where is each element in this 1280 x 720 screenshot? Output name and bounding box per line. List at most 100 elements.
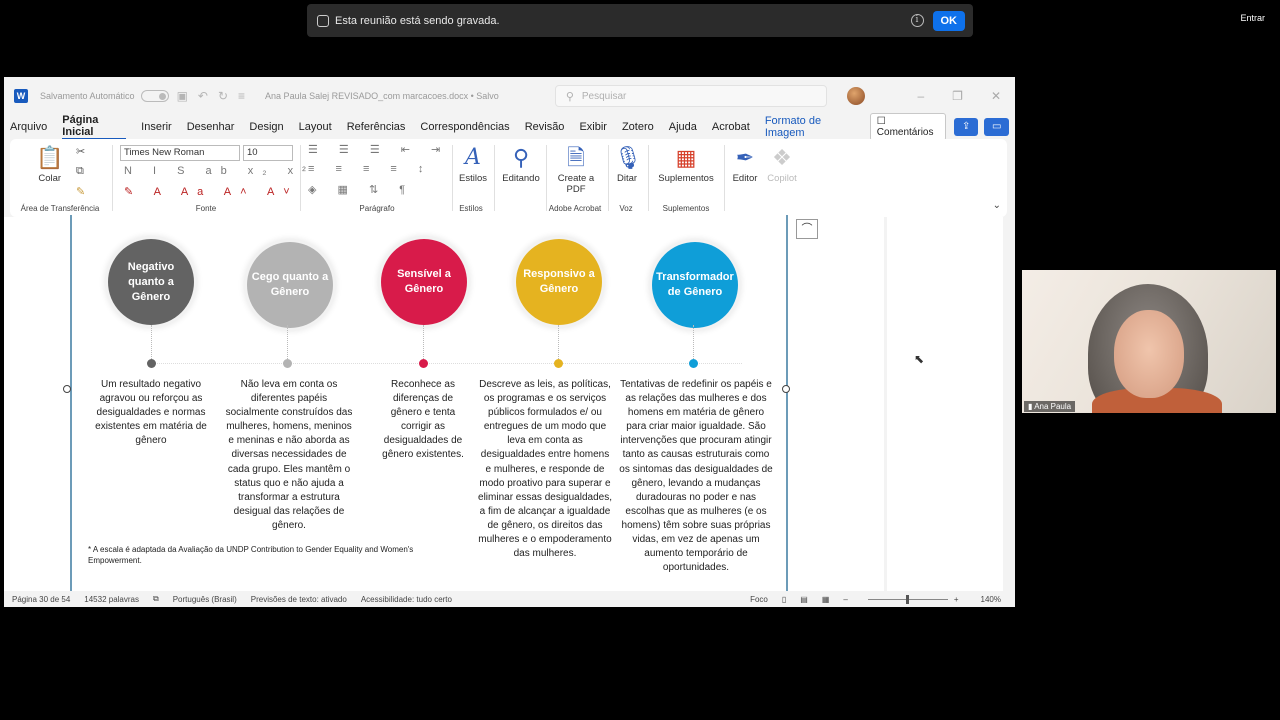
present-button[interactable]: ▭ <box>984 118 1010 136</box>
tab-arquivo[interactable]: Arquivo <box>10 121 47 133</box>
copy-icon[interactable]: ⧉ <box>76 165 84 178</box>
circle-cego-label: Cego quanto a Gênero <box>251 271 329 298</box>
editando-button[interactable]: ⚲ Editando <box>502 145 540 184</box>
participant-name-tag: ▮ Ana Paula <box>1024 401 1076 412</box>
search-icon: ⚲ <box>565 90 574 103</box>
menu-bar: Arquivo Página Inicial Inserir Desenhar … <box>4 113 1015 141</box>
tab-desenhar[interactable]: Desenhar <box>187 121 235 133</box>
info-icon[interactable]: i <box>910 14 924 27</box>
document-name[interactable]: Ana Paula Salej REVISADO_com marcacoes.d… <box>265 91 499 101</box>
participant-face <box>1114 310 1184 398</box>
paste-button[interactable]: 📋 Colar <box>36 145 63 184</box>
ribbon: 📋 Colar ✂ ⧉ ✎ Área de Transferência Font… <box>10 139 1007 217</box>
text-predictions[interactable]: Previsões de texto: ativado <box>251 595 347 604</box>
search-box[interactable]: ⚲ Pesquisar <box>554 85 827 107</box>
participant-video[interactable]: ▮ Ana Paula <box>1022 270 1276 413</box>
editor-label: Editor <box>732 173 758 184</box>
save-icon[interactable]: ▣ <box>177 89 188 103</box>
font-group-label: Fonte <box>195 204 217 213</box>
tab-exibir[interactable]: Exibir <box>579 121 607 133</box>
find-icon: ⚲ <box>512 145 530 170</box>
tab-formato-de-imagem[interactable]: Formato de Imagem <box>765 115 855 139</box>
status-bar: Página 30 de 54 14532 palavras ⧉ Portugu… <box>4 591 1015 607</box>
search-placeholder: Pesquisar <box>581 90 627 102</box>
read-mode-icon[interactable]: ▯ <box>782 595 786 604</box>
adobe-group: Adobe Acrobat <box>546 139 604 217</box>
list-buttons-row[interactable]: ☰ ☰ ☰ ⇤ ⇥ <box>308 143 449 156</box>
tab-design[interactable]: Design <box>249 121 283 133</box>
font-name-select[interactable]: Times New Roman <box>120 145 240 161</box>
circle-cego: Cego quanto a Gênero <box>247 242 333 328</box>
autosave-label: Salvamento Automático <box>40 91 135 101</box>
accessibility-status[interactable]: Acessibilidade: tudo certo <box>361 595 452 604</box>
shading-buttons-row[interactable]: ◈ ▦ ⇅ ¶ <box>308 183 414 196</box>
autosave-toggle[interactable] <box>140 90 169 102</box>
page-count[interactable]: Página 30 de 54 <box>12 595 70 604</box>
dot-responsivo <box>554 359 563 368</box>
redo-icon[interactable]: ↻ <box>218 89 228 103</box>
recording-notice-text: Esta reunião está sendo gravada. <box>335 14 500 27</box>
resize-handle-left[interactable] <box>63 385 71 393</box>
tab-revisao[interactable]: Revisão <box>525 121 565 133</box>
format-painter-icon[interactable]: ✎ <box>76 185 85 198</box>
share-button[interactable]: ⇪ <box>953 118 979 136</box>
title-bar: W Salvamento Automático ▣ ↶ ↻ ≡ Ana Paul… <box>4 77 1015 115</box>
ok-button[interactable]: OK <box>932 10 965 31</box>
print-layout-icon[interactable]: ▤ <box>800 595 808 604</box>
web-layout-icon[interactable]: ▦ <box>822 595 830 604</box>
avatar[interactable] <box>846 87 865 105</box>
connector-2 <box>287 325 288 361</box>
restore-icon[interactable]: ❐ <box>952 89 963 103</box>
entrar-button[interactable]: Entrar <box>1240 13 1265 23</box>
circle-responsivo: Responsivo a Gênero <box>516 239 602 325</box>
voice-group: Voz <box>608 139 644 217</box>
tab-referencias[interactable]: Referências <box>347 121 406 133</box>
word-logo-icon: W <box>14 89 28 103</box>
layout-options-icon[interactable]: ⌒ <box>796 219 818 239</box>
zoom-slider[interactable] <box>867 594 948 604</box>
focus-button[interactable]: Foco <box>750 595 768 604</box>
copilot-button[interactable]: ❖ Copilot <box>766 145 798 184</box>
connector-1 <box>151 325 152 361</box>
adobe-group-label: Adobe Acrobat <box>548 204 602 213</box>
customize-icon[interactable]: ≡ <box>238 89 245 103</box>
tab-pagina-inicial[interactable]: Página Inicial <box>62 114 127 140</box>
dot-negativo <box>147 359 156 368</box>
circle-negativo-label: Negativo quanto a Gênero <box>127 260 175 303</box>
tab-inserir[interactable]: Inserir <box>141 121 172 133</box>
editor-button[interactable]: ✒ Editor <box>730 145 760 184</box>
resize-handle-right[interactable] <box>782 385 790 393</box>
connector-5 <box>693 325 694 361</box>
font-format-row[interactable]: N I S ab x₂ x² <box>124 165 315 177</box>
recording-notice: Esta reunião está sendo gravada. i OK <box>307 4 973 37</box>
alignment-buttons-row[interactable]: ≡ ≡ ≡ ≡ ↕ <box>308 163 432 175</box>
font-color-row[interactable]: ✎ A Aa A˄ A˅ <box>124 185 299 198</box>
language[interactable]: Português (Brasil) <box>173 595 237 604</box>
dot-sensivel <box>419 359 428 368</box>
addins-group-label: Suplementos <box>662 204 710 213</box>
ribbon-collapse-icon[interactable]: ⌄ <box>993 200 1001 211</box>
undo-icon[interactable]: ↶ <box>198 89 208 103</box>
tab-zotero[interactable]: Zotero <box>622 121 654 133</box>
minimize-icon[interactable]: – <box>917 89 924 103</box>
selected-image[interactable]: Negativo quanto a Gênero Cego quanto a G… <box>70 215 788 593</box>
zoom-in-icon[interactable]: + <box>954 595 959 604</box>
description-responsivo: Descreve as leis, as políticas, os progr… <box>478 379 612 560</box>
zoom-level[interactable]: 140% <box>981 595 1001 604</box>
tab-acrobat[interactable]: Acrobat <box>712 121 750 133</box>
cut-icon[interactable]: ✂ <box>76 145 85 158</box>
tab-layout[interactable]: Layout <box>299 121 332 133</box>
connector-4 <box>558 325 559 361</box>
recording-icon <box>317 14 329 27</box>
comentarios-button[interactable]: ☐ Comentários <box>869 113 946 141</box>
description-transformador: Tentativas de redefinir os papéis e as r… <box>619 379 773 574</box>
word-count[interactable]: 14532 palavras <box>84 595 139 604</box>
editor-icon: ✒ <box>735 145 755 170</box>
tab-ajuda[interactable]: Ajuda <box>669 121 697 133</box>
proofing-icon[interactable]: ⧉ <box>153 594 159 604</box>
tab-correspondencias[interactable]: Correspondências <box>420 121 509 133</box>
zoom-out-icon[interactable]: – <box>843 595 847 604</box>
font-size-select[interactable]: 10 <box>243 145 293 161</box>
circle-transformador-label: Transformador de Gênero <box>656 271 734 298</box>
close-icon[interactable]: ✕ <box>991 89 1001 103</box>
